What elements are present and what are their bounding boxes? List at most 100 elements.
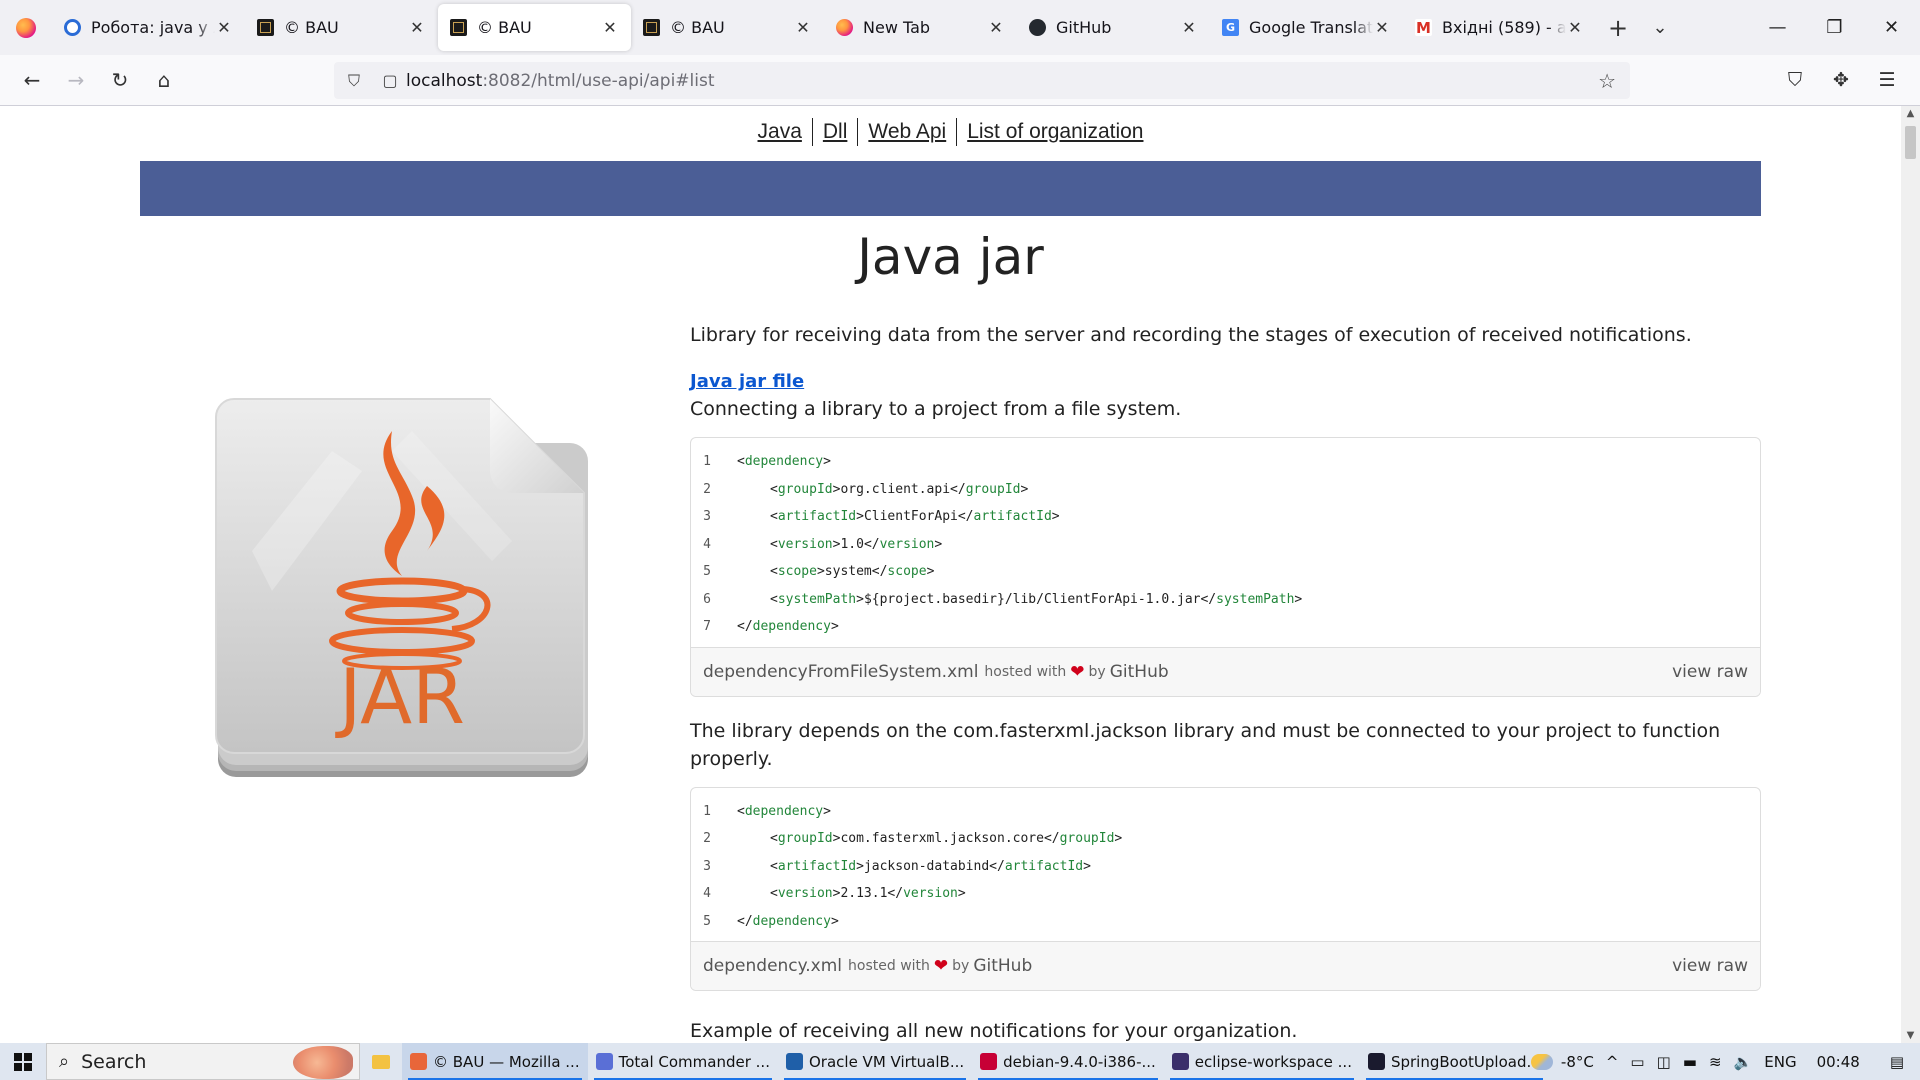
- taskbar-app[interactable]: SpringBootUpload...: [1360, 1043, 1549, 1080]
- gmail-icon: M: [1415, 18, 1432, 37]
- header-banner: [140, 161, 1761, 216]
- gist-footer: dependencyFromFileSystem.xml hosted with…: [691, 646, 1760, 696]
- start-button[interactable]: [0, 1043, 46, 1080]
- browser-tab[interactable]: New Tab ✕: [824, 4, 1017, 51]
- home-icon[interactable]: ⌂: [142, 62, 186, 98]
- app-menu-icon[interactable]: ☰: [1864, 62, 1910, 98]
- intellij-icon: [1367, 1053, 1385, 1070]
- language-indicator[interactable]: ENG: [1758, 1053, 1802, 1071]
- tab-title: GitHub: [1056, 18, 1112, 37]
- gist-filename-link[interactable]: dependency.xml: [703, 956, 842, 976]
- close-tab-icon[interactable]: ✕: [1180, 18, 1198, 37]
- main-content: Library for receiving data from the serv…: [690, 321, 1761, 1043]
- view-raw-link[interactable]: view raw: [1672, 956, 1748, 976]
- browser-tab[interactable]: G Google Translate ✕: [1210, 4, 1403, 51]
- notifications-icon[interactable]: ▤: [1874, 1053, 1920, 1071]
- java-jar-icon: JAR: [215, 398, 588, 777]
- taskbar-app[interactable]: © BAU — Mozilla ...: [402, 1043, 588, 1080]
- nav-link-java[interactable]: Java: [752, 118, 808, 146]
- browser-tab[interactable]: Робота: java у Льв✕: [52, 4, 245, 51]
- browser-tab[interactable]: M Вхідні (589) - andr✕: [1403, 4, 1596, 51]
- gist-hosted-text: hosted with: [984, 663, 1067, 680]
- code-line: 6 <systemPath>${project.basedir}/lib/Clie…: [691, 586, 1760, 614]
- java-jar-file-link[interactable]: Java jar file: [690, 371, 804, 392]
- code-text: <scope>system</scope>: [770, 564, 935, 580]
- gist-filename-link[interactable]: dependencyFromFileSystem.xml: [703, 662, 978, 682]
- nav-link-dll[interactable]: Dll: [817, 118, 854, 146]
- line-number: 1: [703, 803, 711, 819]
- code-text: <groupId>org.client.api</groupId>: [770, 481, 1029, 497]
- extensions-icon[interactable]: ✥: [1818, 62, 1864, 98]
- connect-text: Connecting a library to a project from a…: [690, 398, 1182, 420]
- show-hidden-icons-icon[interactable]: ^: [1600, 1053, 1625, 1071]
- taskbar-app[interactable]: Total Commander ...: [588, 1043, 778, 1080]
- minimize-icon[interactable]: —: [1749, 0, 1806, 55]
- device-icon[interactable]: ▭: [1624, 1053, 1650, 1071]
- taskbar-apps: © BAU — Mozilla ... Total Commander ... Or…: [402, 1043, 1549, 1080]
- code-text: <version>1.0</version>: [770, 536, 943, 552]
- code-text: <systemPath>${project.basedir}/lib/Clien…: [770, 591, 1303, 607]
- line-number: 5: [703, 564, 711, 580]
- github-link[interactable]: GitHub: [973, 956, 1032, 976]
- temperature: -8°C: [1560, 1052, 1594, 1071]
- scroll-thumb[interactable]: [1905, 126, 1916, 159]
- firefox-menu-icon[interactable]: [0, 0, 52, 55]
- clock[interactable]: 00:48: [1803, 1053, 1874, 1071]
- close-tab-icon[interactable]: ✕: [987, 18, 1005, 37]
- address-bar[interactable]: ⛉ ▢ localhost:8082/html/use-api/api#list…: [334, 62, 1630, 99]
- taskbar-search[interactable]: ⌕ Search: [46, 1043, 360, 1080]
- page-viewport: Java Dll Web Api List of organization Ja…: [0, 106, 1901, 1043]
- line-number: 7: [703, 619, 711, 635]
- firefox-icon: [410, 1053, 427, 1070]
- nav-link-list-of-organization[interactable]: List of organization: [961, 118, 1149, 146]
- browser-tab[interactable]: © BAU ✕: [631, 4, 824, 51]
- nav-separator: [857, 118, 859, 146]
- view-raw-link[interactable]: view raw: [1672, 662, 1748, 682]
- site-nav: Java Dll Web Api List of organization: [0, 118, 1901, 146]
- back-icon[interactable]: ←: [10, 62, 54, 98]
- battery-icon[interactable]: ▬: [1677, 1053, 1703, 1071]
- browser-tab[interactable]: © BAU ✕: [438, 4, 631, 51]
- intro-text: Library for receiving data from the serv…: [690, 324, 1692, 346]
- new-tab-button[interactable]: +: [1596, 14, 1640, 42]
- close-tab-icon[interactable]: ✕: [408, 18, 426, 37]
- close-tab-icon[interactable]: ✕: [601, 18, 619, 37]
- bookmark-star-icon[interactable]: ☆: [1598, 69, 1616, 93]
- page-scrollbar[interactable]: ▲ ▼: [1901, 106, 1920, 1043]
- github-link[interactable]: GitHub: [1110, 662, 1169, 682]
- gist-code: 1 <dependency> 2 <groupId>com.fasterxml.jac…: [691, 788, 1760, 942]
- close-tab-icon[interactable]: ✕: [1373, 18, 1391, 37]
- weather-widget[interactable]: -8°C: [1525, 1053, 1600, 1071]
- scroll-up-icon[interactable]: ▲: [1901, 108, 1920, 119]
- firefox-icon: [836, 19, 853, 36]
- taskbar-app[interactable]: Oracle VM VirtualB...: [778, 1043, 972, 1080]
- scroll-down-icon[interactable]: ▼: [1901, 1030, 1920, 1041]
- nav-separator: [811, 118, 813, 146]
- taskbar-app[interactable]: debian-9.4.0-i386-...: [972, 1043, 1164, 1080]
- line-number: 3: [703, 509, 711, 525]
- tab-title: © BAU: [477, 18, 532, 37]
- wifi-icon[interactable]: ≋: [1703, 1053, 1728, 1071]
- close-tab-icon[interactable]: ✕: [215, 18, 233, 37]
- file-explorer-icon[interactable]: [360, 1043, 402, 1080]
- bau-icon: [643, 19, 660, 36]
- reload-icon[interactable]: ↻: [98, 62, 142, 98]
- browser-tab[interactable]: © BAU ✕: [245, 4, 438, 51]
- close-tab-icon[interactable]: ✕: [1566, 18, 1584, 37]
- volume-icon[interactable]: 🔈: [1728, 1053, 1759, 1071]
- pocket-icon[interactable]: ⛉: [1772, 62, 1818, 98]
- list-all-tabs-icon[interactable]: ⌄: [1640, 17, 1680, 38]
- gist-footer: dependency.xml hosted with ❤ by GitHub v…: [691, 941, 1760, 990]
- nav-link-web-api[interactable]: Web Api: [862, 118, 952, 146]
- code-line: 5 </dependency>: [691, 908, 1760, 936]
- close-tab-icon[interactable]: ✕: [794, 18, 812, 37]
- taskbar-app[interactable]: eclipse-workspace ...: [1164, 1043, 1360, 1080]
- screen-icon[interactable]: ◫: [1651, 1053, 1677, 1071]
- forward-icon[interactable]: →: [54, 62, 98, 98]
- restore-icon[interactable]: ❐: [1806, 0, 1863, 55]
- page-info-icon[interactable]: ▢: [374, 71, 406, 90]
- browser-tab[interactable]: GitHub ✕: [1017, 4, 1210, 51]
- tracking-shield-icon[interactable]: ⛉: [334, 71, 374, 91]
- close-window-icon[interactable]: ✕: [1863, 0, 1920, 55]
- line-number: 2: [703, 481, 711, 497]
